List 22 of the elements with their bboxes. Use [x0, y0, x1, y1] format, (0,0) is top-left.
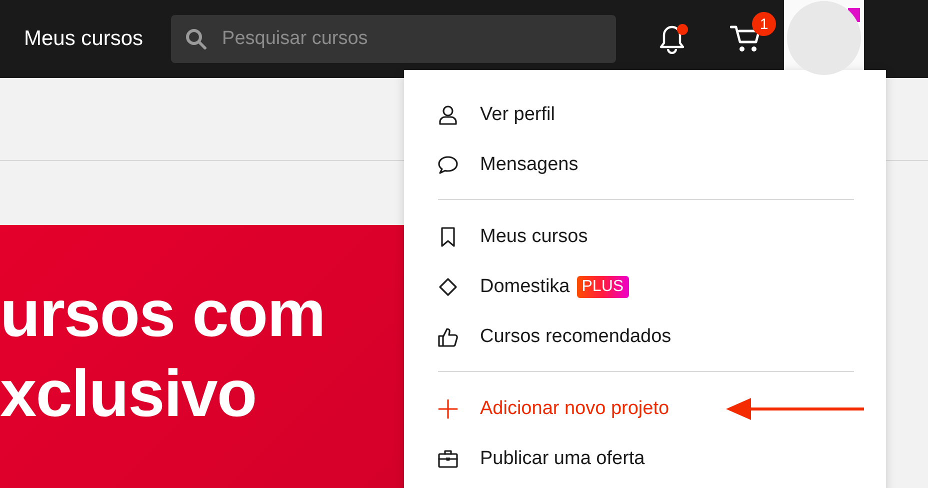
menu-item[interactable]: Mensagens [438, 140, 854, 190]
menu-item[interactable]: Adicionar novo projeto [438, 384, 854, 434]
speech-bubble-icon [438, 155, 458, 175]
search-icon [185, 28, 208, 50]
cart-count: 1 [752, 12, 776, 36]
banner-heading: ursos com [0, 275, 326, 352]
menu-item[interactable]: Publicar uma oferta [438, 434, 854, 484]
person-icon [438, 105, 458, 125]
search-field[interactable]: Pesquisar cursos [171, 15, 616, 63]
menu-item[interactable]: Cursos recomendados [438, 312, 854, 362]
diamond-icon [438, 277, 458, 297]
thumbs-up-icon [438, 327, 458, 347]
bell-icon [659, 24, 686, 54]
banner-heading: xclusivo [0, 355, 258, 432]
page-title: Meus cursos [24, 27, 144, 51]
briefcase-icon [438, 449, 458, 469]
bookmark-icon [438, 227, 458, 247]
menu-item[interactable]: Meus cursos [438, 212, 854, 262]
menu-item[interactable]: Ver perfil [438, 90, 854, 140]
plus-icon [438, 399, 458, 419]
menu-item[interactable]: Domestika PLUS [438, 262, 854, 312]
plus-badge: PLUS [576, 276, 629, 298]
